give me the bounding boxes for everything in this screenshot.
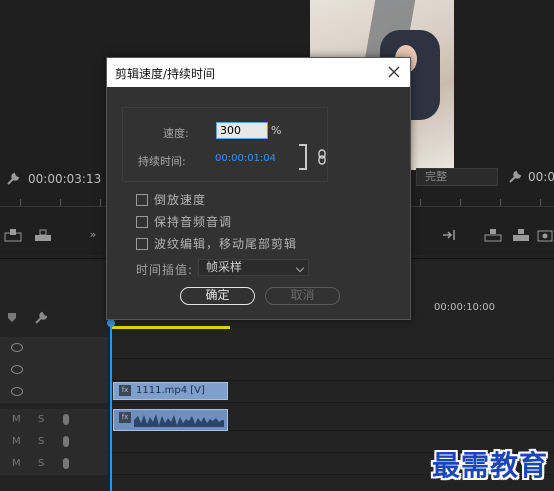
solo-button[interactable]: S: [38, 436, 44, 447]
video-track-3[interactable]: [0, 337, 554, 359]
source-timecode-area: 00:00:03:13: [6, 172, 101, 186]
eye-icon[interactable]: [11, 365, 23, 374]
work-area-bar[interactable]: [112, 326, 230, 329]
audio-clip[interactable]: fx: [113, 409, 228, 431]
wrench-icon[interactable]: [6, 172, 20, 186]
track-header: [0, 359, 108, 381]
mute-button[interactable]: M: [12, 458, 21, 469]
mic-icon[interactable]: [63, 414, 69, 425]
fx-badge: fx: [119, 412, 131, 423]
reverse-speed-label: 倒放速度: [154, 193, 207, 207]
ripple-edit-option[interactable]: 波纹编辑，移动尾部剪辑: [136, 235, 297, 252]
eye-icon[interactable]: [11, 343, 23, 352]
ripple-edit-label: 波纹编辑，移动尾部剪辑: [154, 237, 298, 251]
mic-icon[interactable]: [63, 436, 69, 447]
track-header: M S: [0, 431, 108, 453]
insert-icon[interactable]: [4, 228, 22, 242]
speed-input[interactable]: [216, 122, 268, 139]
source-timecode[interactable]: 00:00:03:13: [28, 172, 101, 186]
fit-select[interactable]: 完整: [416, 168, 498, 186]
watermark-text: 最需教育: [432, 449, 549, 482]
video-track-1[interactable]: [0, 381, 554, 403]
duration-label: 持续时间:: [138, 155, 186, 168]
video-clip-name: 1111.mp4 [V]: [136, 385, 205, 396]
solo-button[interactable]: S: [38, 458, 44, 469]
close-icon[interactable]: [386, 64, 402, 80]
video-clip[interactable]: fx 1111.mp4 [V]: [113, 382, 228, 400]
audio-waveform: [134, 414, 224, 427]
link-icon[interactable]: [317, 149, 327, 165]
link-bracket: [299, 144, 307, 170]
solo-button[interactable]: S: [38, 414, 44, 425]
cancel-button[interactable]: 取消: [265, 287, 340, 305]
reverse-speed-checkbox[interactable]: [136, 193, 148, 206]
audio-track-1[interactable]: M S: [0, 409, 554, 431]
maintain-pitch-label: 保持音频音调: [154, 215, 233, 229]
speed-unit: %: [271, 124, 282, 137]
extract-icon[interactable]: [512, 228, 530, 242]
ripple-edit-checkbox[interactable]: [136, 237, 148, 250]
program-timecode-area: 00:00: [508, 170, 554, 184]
mute-button[interactable]: M: [12, 436, 21, 447]
overwrite-icon[interactable]: [34, 228, 52, 242]
dialog-titlebar[interactable]: 剪辑速度/持续时间: [107, 58, 410, 87]
fit-select-value: 完整: [425, 170, 447, 183]
go-to-out-icon[interactable]: [440, 228, 458, 242]
eye-icon[interactable]: [11, 387, 23, 396]
export-frame-icon[interactable]: [536, 228, 554, 242]
playhead-handle[interactable]: [107, 319, 115, 327]
timeline-tools: [6, 311, 48, 325]
track-header: [0, 337, 108, 359]
wrench-icon[interactable]: [34, 311, 48, 325]
track-header: M S: [0, 409, 108, 431]
chevron-down-icon: [295, 263, 305, 273]
time-interpolation-label: 时间插值:: [136, 263, 194, 277]
snap-icon[interactable]: [6, 311, 18, 323]
duration-value[interactable]: 00:00:01:04: [215, 153, 276, 164]
timeline-time-label: 00:00:10:00: [434, 302, 496, 313]
speed-duration-group: 速度: % 持续时间: 00:00:01:04: [122, 107, 328, 182]
fx-badge: fx: [119, 385, 131, 396]
program-timecode[interactable]: 00:00: [528, 170, 554, 184]
track-header: [0, 381, 108, 403]
premiere-window: 00:00:03:13 完整 00:00 » 00:00:10:00: [0, 0, 554, 491]
mic-icon[interactable]: [63, 458, 69, 469]
more-controls-icon[interactable]: »: [84, 228, 102, 242]
time-interpolation-select[interactable]: 帧采样: [198, 259, 309, 276]
speed-label: 速度:: [163, 127, 189, 140]
video-track-2[interactable]: [0, 359, 554, 381]
reverse-speed-option[interactable]: 倒放速度: [136, 191, 206, 208]
ok-button[interactable]: 确定: [180, 287, 255, 305]
time-interpolation-value: 帧采样: [206, 260, 243, 274]
wrench-icon[interactable]: [508, 170, 522, 184]
clip-speed-duration-dialog: 剪辑速度/持续时间 速度: % 持续时间: 00:00:01:04 倒放速度 保…: [106, 57, 411, 320]
mute-button[interactable]: M: [12, 414, 21, 425]
lift-icon[interactable]: [484, 228, 502, 242]
maintain-pitch-option[interactable]: 保持音频音调: [136, 213, 232, 230]
track-header: M S: [0, 453, 108, 475]
maintain-pitch-checkbox[interactable]: [136, 215, 148, 228]
dialog-title: 剪辑速度/持续时间: [115, 67, 216, 81]
playhead[interactable]: [110, 321, 112, 491]
